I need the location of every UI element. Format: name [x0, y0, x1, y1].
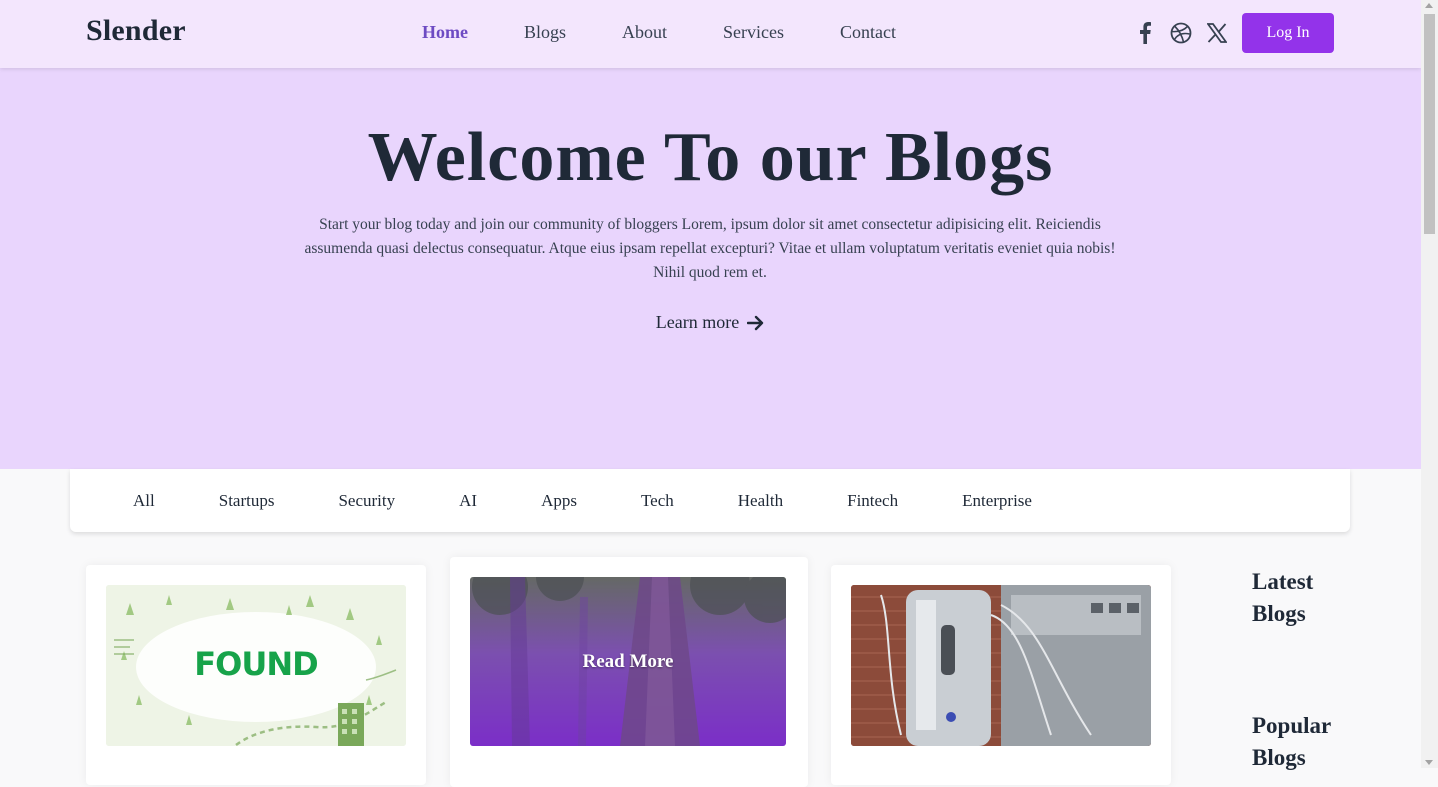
blog-card-image[interactable] [851, 585, 1151, 746]
social-links [1134, 21, 1228, 45]
category-security[interactable]: Security [338, 491, 395, 511]
hero-description: Start your blog today and join our commu… [304, 216, 1116, 281]
site-header: Slender Home Blogs About Services Contac… [0, 0, 1421, 68]
nav-blogs[interactable]: Blogs [524, 22, 566, 43]
scroll-up-icon[interactable] [1425, 3, 1433, 8]
read-more-overlay[interactable]: Read More [470, 651, 786, 673]
category-health[interactable]: Health [738, 491, 783, 511]
category-fintech[interactable]: Fintech [847, 491, 898, 511]
learn-more-label: Learn more [655, 312, 740, 332]
bioreactor-photo [851, 585, 1151, 746]
hero-section: Welcome To our Blogs Start your blog tod… [0, 68, 1421, 469]
popular-blogs-heading: Popular Blogs [1252, 713, 1331, 770]
nav-home[interactable]: Home [422, 22, 468, 43]
nav-services[interactable]: Services [723, 22, 784, 43]
site-logo[interactable]: Slender [86, 14, 186, 48]
hero-title: Welcome To our Blogs [367, 119, 1054, 196]
main-nav: Home Blogs About Services Contact [422, 22, 952, 43]
nav-about[interactable]: About [622, 22, 667, 43]
blog-card-image[interactable]: FOUND [106, 585, 406, 746]
blog-card[interactable] [831, 565, 1171, 785]
arrow-right-icon [747, 315, 764, 330]
scroll-down-icon[interactable] [1425, 760, 1433, 765]
found-image-text: FOUND [194, 645, 318, 683]
latest-blogs-heading: Latest Blogs [1252, 569, 1314, 626]
category-ai[interactable]: AI [459, 491, 477, 511]
category-enterprise[interactable]: Enterprise [962, 491, 1032, 511]
x-icon[interactable] [1206, 21, 1228, 45]
login-button[interactable]: Log In [1242, 13, 1334, 53]
blog-card[interactable]: FOUND [86, 565, 426, 785]
facebook-icon[interactable] [1134, 21, 1156, 45]
blog-card-image[interactable]: Read More [470, 577, 786, 746]
category-tabs: All Startups Security AI Apps Tech Healt… [133, 491, 1096, 511]
scrollbar-thumb[interactable] [1424, 14, 1435, 234]
category-bar: All Startups Security AI Apps Tech Healt… [70, 469, 1350, 532]
nav-contact[interactable]: Contact [840, 22, 896, 43]
blog-card[interactable]: Read More [450, 557, 808, 787]
category-tech[interactable]: Tech [641, 491, 674, 511]
category-startups[interactable]: Startups [219, 491, 275, 511]
category-all[interactable]: All [133, 491, 155, 511]
category-apps[interactable]: Apps [541, 491, 577, 511]
dribbble-icon[interactable] [1170, 21, 1192, 45]
learn-more-link[interactable]: Learn more [0, 312, 1421, 333]
page-scrollbar[interactable] [1421, 0, 1438, 768]
